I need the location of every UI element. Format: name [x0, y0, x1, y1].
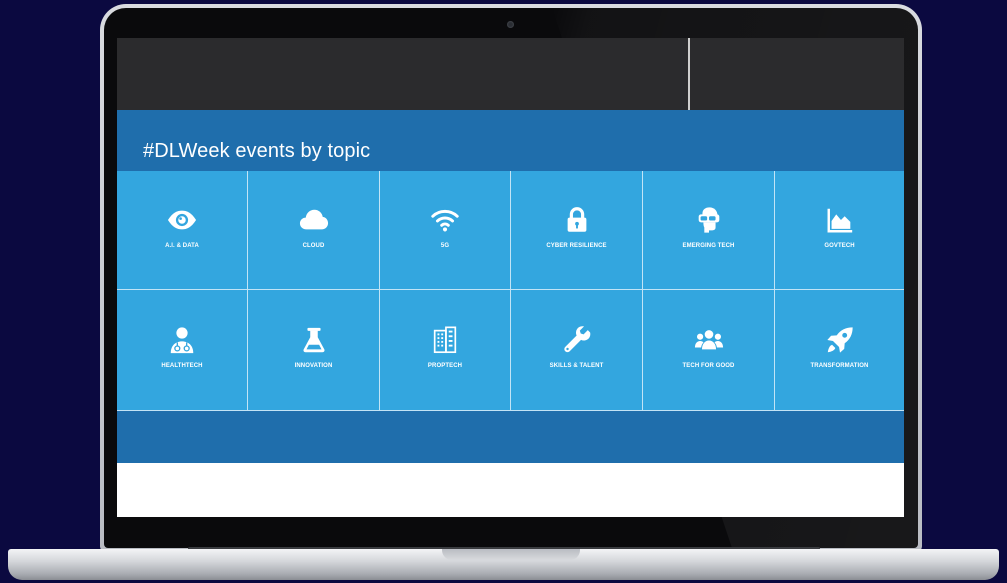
- header-bar: [117, 38, 904, 110]
- topic-tile-cloud[interactable]: CLOUD: [248, 171, 380, 290]
- topic-label: HEALTHTECH: [161, 363, 203, 369]
- topic-tile-5g[interactable]: 5G: [380, 171, 511, 290]
- topic-tile-govtech[interactable]: GOVTECH: [775, 171, 904, 290]
- users-icon: [694, 330, 723, 350]
- topics-grid: A.I. & DATA CLOUD 5G CYBER RESILIENCE EM…: [117, 171, 904, 411]
- laptop-notch: [442, 549, 580, 560]
- content-area: [117, 463, 904, 517]
- topic-tile-emerging-tech[interactable]: EMERGING TECH: [643, 171, 775, 290]
- eye-icon: [167, 210, 197, 230]
- topic-tile-innovation[interactable]: INNOVATION: [248, 290, 380, 411]
- topic-tile-healthtech[interactable]: HEALTHTECH: [117, 290, 248, 411]
- topic-label: EMERGING TECH: [682, 243, 735, 249]
- topic-label: PROPTECH: [427, 363, 463, 369]
- topic-label: 5G: [440, 243, 450, 249]
- section-title: #DLWeek events by topic: [143, 140, 371, 162]
- topic-label: TRANSFORMATION: [810, 363, 869, 369]
- cloud-icon: [299, 209, 328, 230]
- wrench-icon: [563, 326, 590, 353]
- topic-label: INNOVATION: [294, 363, 333, 369]
- topics-section: #DLWeek events by topic A.I. & DATA CLOU…: [117, 110, 904, 463]
- topic-tile-tech-for-good[interactable]: TECH FOR GOOD: [643, 290, 775, 411]
- topic-tile-ai-data[interactable]: A.I. & DATA: [117, 171, 248, 290]
- topic-label: SKILLS & TALENT: [549, 363, 604, 369]
- area-chart-icon: [827, 208, 852, 233]
- topic-tile-skills-talent[interactable]: SKILLS & TALENT: [511, 290, 643, 411]
- doctor-icon: [170, 327, 194, 354]
- topic-tile-proptech[interactable]: PROPTECH: [380, 290, 511, 411]
- rocket-icon: [826, 327, 853, 353]
- topic-label: CYBER RESILIENCE: [546, 243, 607, 249]
- topic-tile-transformation[interactable]: TRANSFORMATION: [775, 290, 904, 411]
- wifi-icon: [431, 209, 459, 232]
- topic-label: A.I. & DATA: [165, 243, 199, 249]
- header-divider: [688, 38, 690, 110]
- laptop-screen: #DLWeek events by topic A.I. & DATA CLOU…: [117, 38, 904, 517]
- lock-icon: [567, 207, 586, 232]
- topic-label: CLOUD: [302, 243, 325, 249]
- flask-icon: [302, 327, 325, 353]
- topic-tile-cyber-resilience[interactable]: CYBER RESILIENCE: [511, 171, 643, 290]
- topic-label: TECH FOR GOOD: [682, 363, 735, 369]
- vr-headset-icon: [698, 207, 719, 233]
- topic-label: GOVTECH: [824, 243, 855, 249]
- webcam: [507, 21, 514, 28]
- building-icon: [433, 326, 457, 354]
